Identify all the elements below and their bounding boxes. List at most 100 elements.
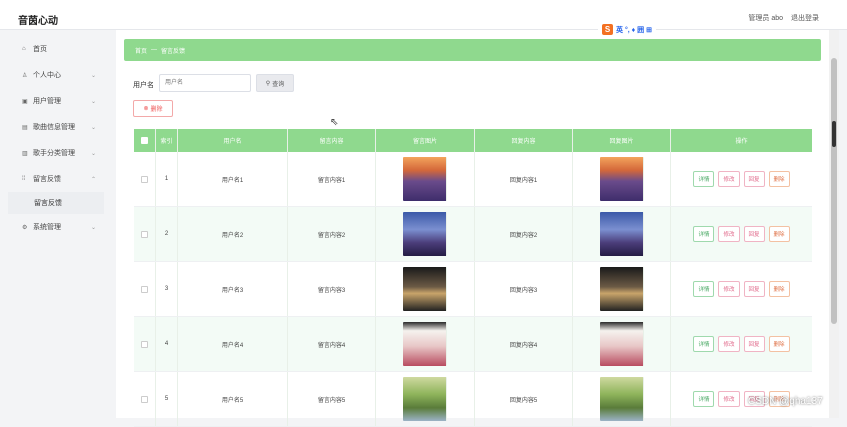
row-image-cell — [376, 152, 475, 206]
row-checkbox[interactable] — [134, 152, 156, 206]
feedback-image[interactable] — [403, 157, 447, 201]
row-operations: 详情 修改 回复 删除 — [671, 152, 812, 206]
delete-button[interactable]: 删除 — [768, 281, 790, 297]
page-scrollbar[interactable] — [829, 30, 839, 418]
header-index: 索引 — [156, 129, 178, 152]
row-image-cell — [376, 207, 475, 261]
row-reply: 回复内容4 — [475, 317, 573, 371]
chevron-up-icon: ⌃ — [90, 176, 96, 183]
settings-icon: ⚙ — [22, 225, 28, 231]
sidebar-item-users[interactable]: ▣ 用户管理 ⌄ — [8, 88, 104, 114]
category-icon: ▥ — [22, 151, 28, 157]
feedback-image[interactable] — [403, 212, 447, 256]
detail-button[interactable]: 详情 — [693, 391, 715, 407]
header-operations: 操作 — [735, 139, 748, 145]
table-body: 1 用户名1 留言内容1 回复内容1 详情 修改 回复 删除 2 用户名2 留言内容2 回复内容2 详情… — [134, 152, 812, 427]
reply-button[interactable]: 回复 — [743, 171, 765, 187]
row-checkbox[interactable] — [134, 207, 156, 261]
edit-button[interactable]: 修改 — [718, 226, 740, 242]
row-reply-image-cell — [573, 152, 671, 206]
reply-button[interactable]: 回复 — [743, 336, 765, 352]
sidebar-item-home[interactable]: ⌂ 首页 — [8, 36, 104, 62]
row-index: 2 — [156, 207, 178, 261]
row-operations: 详情 修改 回复 删除 — [671, 262, 812, 316]
edit-button[interactable]: 修改 — [718, 171, 740, 187]
search-icon: ⚲ — [265, 80, 271, 87]
row-checkbox[interactable] — [134, 317, 156, 371]
row-reply: 回复内容2 — [475, 207, 573, 261]
table-header: 索引 用户名 留言内容 留言图片 回复内容 回复图片 操作 — [134, 129, 812, 152]
row-reply-image-cell — [573, 262, 671, 316]
app-title: 音茵心动 — [18, 16, 58, 27]
watermark: CSDN @qha137 — [748, 396, 823, 407]
reply-image[interactable] — [599, 212, 644, 256]
reply-image[interactable] — [599, 322, 644, 366]
reply-image[interactable] — [599, 267, 644, 311]
mouse-cursor-icon: ⇖ — [330, 117, 339, 128]
chevron-down-icon: ⌄ — [90, 98, 96, 105]
edit-button[interactable]: 修改 — [718, 391, 740, 407]
breadcrumb-current: 留言反馈 — [161, 48, 186, 55]
header-username: 用户名 — [178, 129, 288, 152]
header-content: 留言内容 — [288, 129, 376, 152]
reply-image[interactable] — [599, 157, 644, 201]
ime-tools[interactable]: 英 °, ♦ 囲 ⊞ — [616, 25, 652, 35]
scrollbar-thumb[interactable] — [831, 58, 837, 324]
sidebar-subitem-feedback[interactable]: 留言反馈 — [8, 192, 104, 214]
row-username: 用户名4 — [178, 317, 288, 371]
chevron-down-icon: ⌄ — [90, 224, 96, 231]
detail-button[interactable]: 详情 — [693, 171, 715, 187]
sidebar-item-singer-category[interactable]: ▥ 歌手分类管理 ⌄ — [8, 140, 104, 166]
delete-icon: ⊗ — [143, 106, 149, 112]
row-username: 用户名3 — [178, 262, 288, 316]
breadcrumb: 首页 — 留言反馈 — [124, 39, 821, 61]
reply-button[interactable]: 回复 — [743, 281, 765, 297]
music-icon: ▤ — [22, 125, 28, 131]
row-checkbox[interactable] — [134, 262, 156, 316]
breadcrumb-home[interactable]: 首页 — [135, 46, 147, 55]
logout-link[interactable]: 退出登录 — [791, 13, 819, 23]
select-all-checkbox[interactable] — [134, 129, 156, 152]
table-row: 2 用户名2 留言内容2 回复内容2 详情 修改 回复 删除 — [134, 207, 812, 262]
reply-button[interactable]: 回复 — [743, 226, 765, 242]
detail-button[interactable]: 详情 — [693, 336, 715, 352]
chevron-down-icon: ⌄ — [90, 72, 96, 79]
sidebar: ⌂ 首页 ♙ 个人中心 ⌄ ▣ 用户管理 ⌄ ▤ 歌曲信息管理 ⌄ ▥ 歌手分类管理 ⌄ ⁞⁞ 留言… — [8, 36, 104, 236]
delete-button[interactable]: 删除 — [768, 171, 790, 187]
edit-button[interactable]: 修改 — [718, 336, 740, 352]
header-image: 留言图片 — [376, 129, 475, 152]
row-reply: 回复内容3 — [475, 262, 573, 316]
edit-button[interactable]: 修改 — [718, 281, 740, 297]
admin-label: 管理员 abo — [748, 15, 783, 22]
row-reply-image-cell — [573, 317, 671, 371]
user-icon: ♙ — [22, 73, 28, 79]
message-icon: ⁞⁞ — [22, 176, 26, 182]
detail-button[interactable]: 详情 — [693, 281, 715, 297]
row-reply: 回复内容1 — [475, 152, 573, 206]
feedback-image[interactable] — [403, 322, 447, 366]
feedback-image[interactable] — [403, 267, 447, 311]
sidebar-item-system[interactable]: ⚙ 系统管理 ⌄ — [8, 214, 104, 240]
top-right: 管理员 abo 退出登录 — [748, 13, 819, 23]
batch-delete-button[interactable]: ⊗ 删除 — [133, 100, 173, 117]
sidebar-item-feedback[interactable]: ⁞⁞ 留言反馈 ⌃ — [8, 166, 104, 192]
header-reply: 回复内容 — [475, 129, 573, 152]
delete-button[interactable]: 删除 — [768, 226, 790, 242]
row-username: 用户名2 — [178, 207, 288, 261]
sidebar-item-songs[interactable]: ▤ 歌曲信息管理 ⌄ — [8, 114, 104, 140]
reply-image[interactable] — [599, 377, 644, 421]
ime-toolbar[interactable]: S 英 °, ♦ 囲 ⊞ — [598, 23, 656, 36]
row-username: 用户名1 — [178, 152, 288, 206]
row-index: 3 — [156, 262, 178, 316]
chevron-down-icon: ⌄ — [90, 150, 96, 157]
row-operations: 详情 修改 回复 删除 — [671, 207, 812, 261]
delete-button[interactable]: 删除 — [768, 336, 790, 352]
row-image-cell — [376, 317, 475, 371]
scroll-indicator — [832, 121, 836, 147]
feedback-table: 索引 用户名 留言内容 留言图片 回复内容 回复图片 操作 1 用户名1 留言内容1… — [134, 129, 812, 427]
detail-button[interactable]: 详情 — [693, 226, 715, 242]
sidebar-item-profile[interactable]: ♙ 个人中心 ⌄ — [8, 62, 104, 88]
search-input[interactable] — [159, 74, 251, 92]
search-button[interactable]: ⚲ 查询 — [256, 74, 294, 92]
feedback-image[interactable] — [403, 377, 447, 421]
